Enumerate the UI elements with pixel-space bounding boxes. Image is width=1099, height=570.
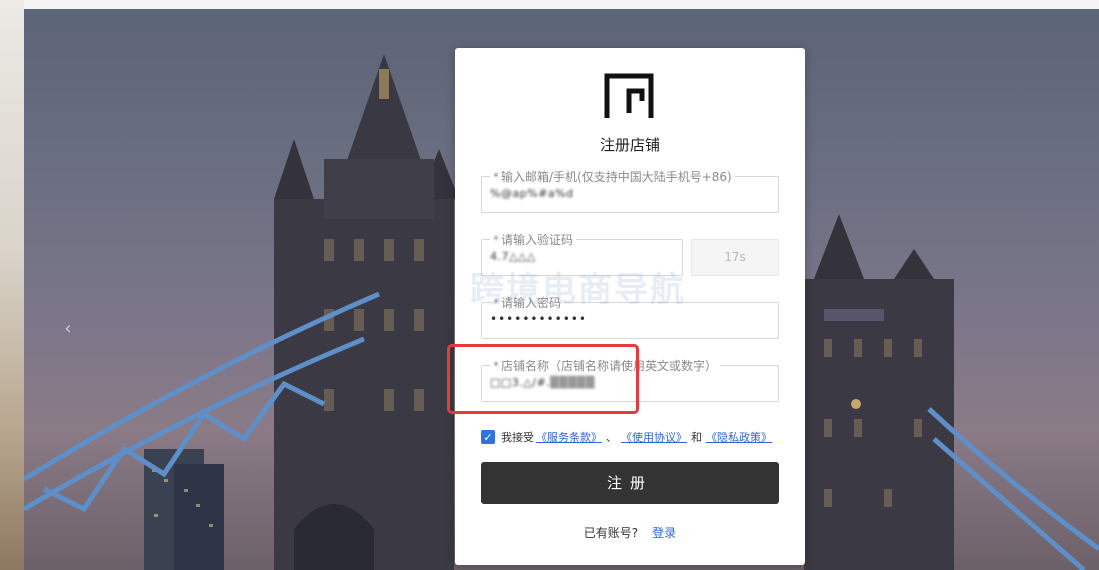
left-tower bbox=[274, 54, 459, 570]
password-value: •••••••••••• bbox=[490, 312, 587, 326]
required-mark: * bbox=[493, 296, 499, 310]
required-mark: * bbox=[493, 359, 499, 373]
right-bridge-truss bbox=[927, 407, 1099, 570]
shop-name-field[interactable]: * 店铺名称（店铺名称请使用英文或数字） □□3.△/#.▒▒▒▒▒ bbox=[481, 357, 779, 402]
email-phone-label-text: 输入邮箱/手机(仅支持中国大陆手机号+86) bbox=[501, 170, 732, 184]
agree-checkbox[interactable]: ✓ bbox=[481, 430, 495, 444]
has-account-text: 已有账号? bbox=[583, 526, 639, 540]
register-card: 注册店铺 * 输入邮箱/手机(仅支持中国大陆手机号+86) %@ap%#a%d *… bbox=[447, 48, 805, 565]
shop-name-label-text: 店铺名称（店铺名称请使用英文或数字） bbox=[501, 359, 718, 373]
email-phone-field[interactable]: * 输入邮箱/手机(仅支持中国大陆手机号+86) %@ap%#a%d bbox=[481, 168, 779, 213]
usage-agreement-link[interactable]: 《使用协议》 bbox=[621, 429, 687, 445]
privacy-policy-link[interactable]: 《隐私政策》 bbox=[706, 429, 772, 445]
checkmark-icon: ✓ bbox=[483, 430, 493, 444]
login-prompt: 已有账号? 登录 bbox=[455, 524, 805, 541]
password-label-text: 请输入密码 bbox=[501, 296, 562, 310]
right-tower bbox=[804, 214, 954, 570]
brand-logo-icon bbox=[604, 73, 654, 118]
left-edge-strip bbox=[0, 0, 24, 570]
agreement-row: ✓ 我接受 《服务条款》 、 《使用协议》 和 《隐私政策》 bbox=[481, 428, 774, 446]
email-phone-value: %@ap%#a%d bbox=[490, 187, 574, 200]
verification-code-value: 4.7△△△ bbox=[490, 250, 536, 263]
and-text: 和 bbox=[691, 431, 702, 444]
verification-code-label-text: 请输入验证码 bbox=[501, 233, 574, 247]
send-code-countdown-button[interactable]: 17s bbox=[691, 239, 779, 276]
register-button[interactable]: 注册 bbox=[481, 462, 779, 504]
terms-of-service-link[interactable]: 《服务条款》 bbox=[536, 429, 602, 445]
email-phone-label: * 输入邮箱/手机(仅支持中国大陆手机号+86) bbox=[490, 168, 735, 185]
required-mark: * bbox=[493, 170, 499, 184]
skyline-building bbox=[174, 464, 224, 570]
verification-code-label: * 请输入验证码 bbox=[490, 231, 577, 248]
verification-code-field[interactable]: * 请输入验证码 4.7△△△ bbox=[481, 231, 683, 276]
carousel-prev-arrow[interactable]: ‹ bbox=[60, 319, 76, 339]
shop-name-value: □□3.△/#.▒▒▒▒▒ bbox=[490, 376, 595, 389]
login-link[interactable]: 登录 bbox=[652, 526, 676, 540]
agree-text: 我接受 bbox=[501, 431, 534, 444]
required-mark: * bbox=[493, 233, 499, 247]
password-field[interactable]: * 请输入密码 •••••••••••• bbox=[481, 294, 779, 339]
top-bar bbox=[0, 0, 1099, 9]
password-label: * 请输入密码 bbox=[490, 294, 565, 311]
page-title: 注册店铺 bbox=[599, 136, 660, 154]
separator-comma: 、 bbox=[606, 431, 617, 444]
shop-name-label: * 店铺名称（店铺名称请使用英文或数字） bbox=[490, 357, 721, 374]
